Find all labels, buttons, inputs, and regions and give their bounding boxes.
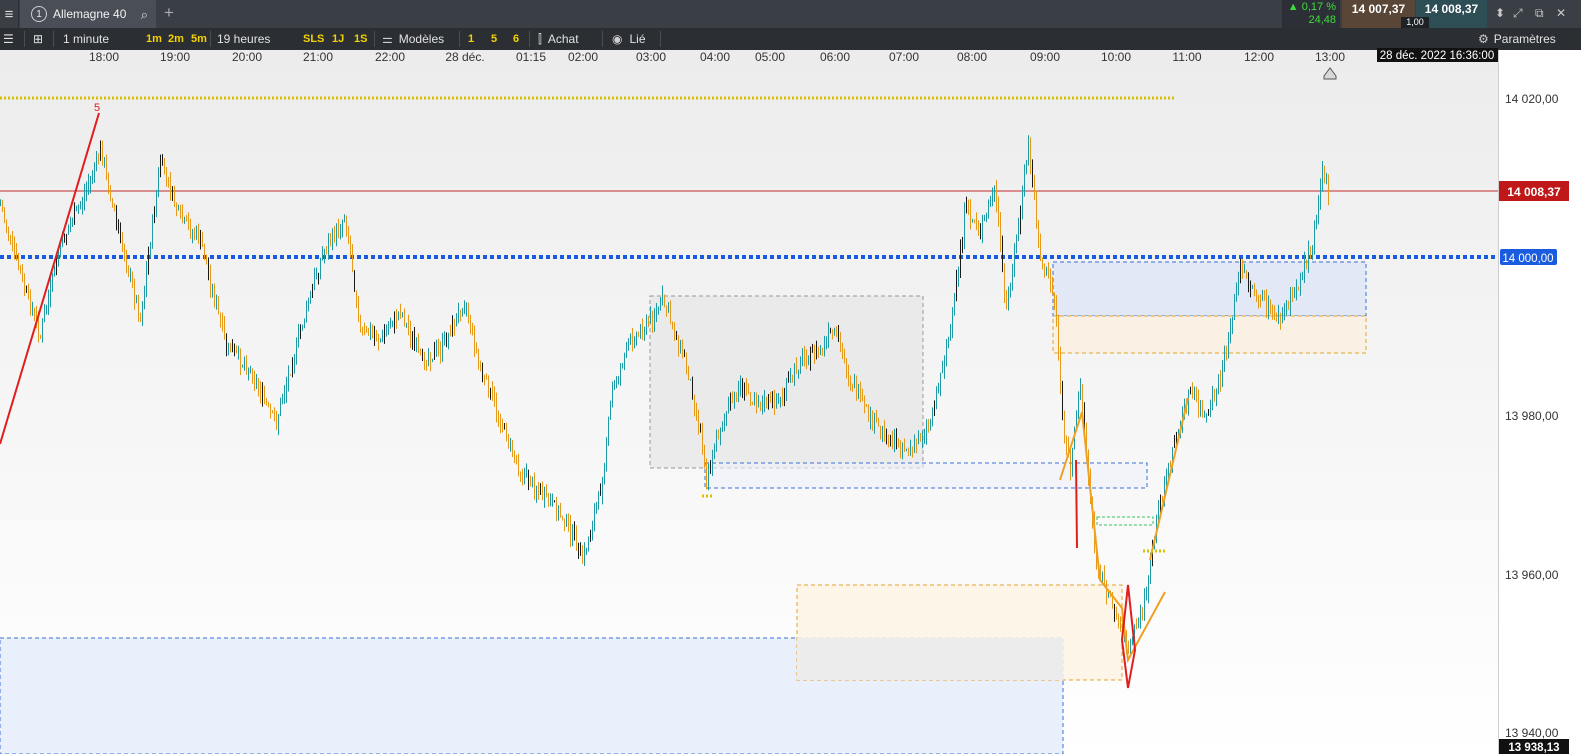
order-block-high (1052, 261, 1367, 317)
time-tick: 09:00 (1030, 50, 1060, 64)
bottom-price-text: 13 938,13 (1508, 742, 1559, 754)
level-price-text: 14 000,00 (1502, 253, 1553, 265)
time-tick: 06:00 (820, 50, 850, 64)
red-marker-line (1075, 459, 1078, 549)
time-tick: 05:00 (755, 50, 785, 64)
time-tick: 07:00 (889, 50, 919, 64)
time-tick: 08:00 (957, 50, 987, 64)
time-tick: 13:00 (1315, 50, 1345, 64)
price-tick-14020: 14 020,00 (1505, 92, 1559, 106)
time-tick: 18:00 (89, 50, 119, 64)
red-low-marker (1121, 584, 1137, 689)
wave-label: 5 (94, 102, 100, 114)
time-tick: 10:00 (1101, 50, 1131, 64)
price-tick-13940: 13 940,00 (1505, 726, 1559, 740)
time-tick: 22:00 (375, 50, 405, 64)
price-tick-13960: 13 960,00 (1505, 568, 1559, 582)
time-tick: 11:00 (1172, 50, 1201, 64)
time-tick: 21:00 (303, 50, 333, 64)
overlap-zone (797, 638, 1063, 680)
price-tick-13980: 13 980,00 (1505, 409, 1559, 423)
fair-value-gap (1052, 315, 1367, 354)
time-tick: 04:00 (700, 50, 730, 64)
time-tick: 20:00 (232, 50, 262, 64)
time-tick: 02:00 (568, 50, 598, 64)
orange-trend-drawing (1149, 397, 1189, 561)
time-tick: 03:00 (636, 50, 666, 64)
current-price-text: 14 008,37 (1507, 185, 1561, 199)
time-tick: 28 déc. (445, 50, 484, 64)
small-green-zone (1096, 516, 1154, 526)
time-axis: 18:00 19:00 20:00 21:00 22:00 28 déc. 01:15 02:… (89, 50, 1345, 64)
cursor-datetime: 28 déc. 2022 16:36:00 (1380, 50, 1494, 62)
time-tick: 01:15 (516, 50, 546, 64)
wave-trendline (0, 112, 100, 445)
order-block-low (704, 462, 1148, 489)
time-tick: 19:00 (160, 50, 190, 64)
chart-svg: 5 18:00 19:00 20:00 21:00 22:00 28 déc. 01:15 0… (0, 48, 1569, 754)
time-tick: 12:00 (1244, 50, 1274, 64)
home-marker-icon[interactable] (1323, 67, 1337, 80)
